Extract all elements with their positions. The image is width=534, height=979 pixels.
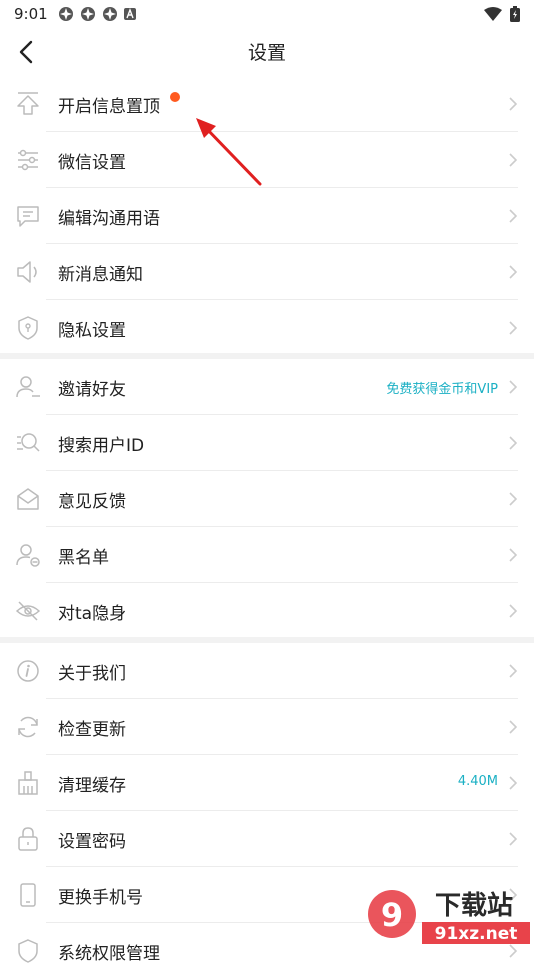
envelope-icon — [17, 488, 39, 510]
settings-row-search-id[interactable]: 搜索用户ID — [0, 415, 534, 471]
info-icon — [17, 660, 39, 682]
status-time: 9:01 — [14, 5, 48, 23]
watermark-mark-icon: 9 下载站 91xz.net — [368, 890, 530, 944]
block-user-icon — [16, 544, 40, 567]
settings-row-about[interactable]: 关于我们 — [0, 643, 534, 699]
settings-row-notify[interactable]: 新消息通知 — [0, 244, 534, 300]
settings-row-invite[interactable]: 邀请好友 免费获得金币和VIP — [0, 359, 534, 415]
settings-row-label: 更换手机号 — [58, 888, 143, 908]
chat-bubble-icon — [17, 206, 39, 227]
chevron-right-icon — [509, 492, 518, 506]
chevron-right-icon — [509, 776, 518, 790]
speaker-icon — [17, 261, 37, 283]
chevron-right-icon — [509, 436, 518, 450]
settings-row-label: 检查更新 — [58, 720, 126, 740]
settings-row-blacklist[interactable]: 黑名单 — [0, 527, 534, 583]
cache-size-hint: 4.40M — [457, 774, 498, 789]
annotation-arrow — [196, 118, 262, 186]
app-notification-icon — [103, 7, 117, 21]
settings-row-label: 编辑沟通用语 — [58, 209, 160, 229]
sliders-icon — [18, 149, 38, 171]
hidden-eye-icon — [15, 601, 41, 621]
settings-row-label: 搜索用户ID — [58, 436, 145, 456]
notification-icons — [58, 6, 136, 22]
chevron-right-icon — [509, 604, 518, 618]
a-notification-icon — [124, 8, 136, 20]
settings-row-feedback[interactable]: 意见反馈 — [0, 471, 534, 527]
watermark-domain: 91xz.net — [435, 924, 518, 944]
status-bar: 9:01 — [0, 0, 534, 28]
settings-row-update[interactable]: 检查更新 — [0, 699, 534, 755]
settings-row-clear-cache[interactable]: 清理缓存 4.40M — [0, 755, 534, 811]
watermark-logo: 9 下载站 91xz.net — [362, 884, 534, 950]
app-notification-icon — [59, 7, 73, 21]
settings-row-label: 隐私设置 — [58, 321, 126, 341]
chevron-right-icon — [509, 380, 518, 394]
chevron-right-icon — [509, 664, 518, 678]
chevron-right-icon — [509, 832, 518, 846]
chevron-right-icon — [509, 153, 518, 167]
add-user-icon — [16, 376, 40, 398]
settings-row-password[interactable]: 设置密码 — [0, 811, 534, 867]
svg-text:9: 9 — [381, 896, 403, 934]
search-user-icon — [17, 433, 40, 452]
lock-icon — [18, 827, 38, 851]
wifi-icon — [484, 7, 502, 21]
settings-row-label: 设置密码 — [58, 832, 126, 852]
chevron-right-icon — [509, 720, 518, 734]
chevron-right-icon — [509, 209, 518, 223]
chevron-right-icon — [509, 97, 518, 111]
page-title: 设置 — [247, 42, 286, 64]
settings-section-social: 邀请好友 免费获得金币和VIP 搜索用户ID 意见反馈 黑名单 对ta隐身 — [0, 359, 534, 639]
app-notification-icon — [81, 7, 95, 21]
settings-row-label: 开启信息置顶 — [58, 97, 160, 117]
title-bar: 设置 — [0, 28, 534, 76]
settings-row-privacy[interactable]: 隐私设置 — [0, 300, 534, 356]
settings-row-label: 意见反馈 — [58, 492, 126, 512]
phone-icon — [20, 883, 36, 907]
settings-row-label: 黑名单 — [58, 548, 109, 568]
pin-top-icon — [17, 92, 39, 115]
settings-row-label: 邀请好友 — [58, 380, 126, 400]
new-badge-dot — [170, 92, 180, 102]
settings-row-label: 新消息通知 — [58, 265, 143, 285]
system-icons — [484, 6, 520, 22]
refresh-icon — [18, 716, 38, 738]
settings-row-phrases[interactable]: 编辑沟通用语 — [0, 188, 534, 244]
settings-row-label: 关于我们 — [58, 664, 126, 684]
settings-row-invisible[interactable]: 对ta隐身 — [0, 583, 534, 639]
permission-icon — [18, 939, 38, 963]
settings-row-label: 微信设置 — [58, 153, 126, 173]
watermark-title: 下载站 — [435, 891, 513, 921]
shield-icon — [18, 316, 38, 340]
settings-row-label: 清理缓存 — [58, 776, 126, 796]
battery-icon — [510, 6, 520, 22]
chevron-right-icon — [509, 321, 518, 335]
broom-icon — [18, 771, 38, 795]
chevron-right-icon — [509, 548, 518, 562]
chevron-right-icon — [509, 265, 518, 279]
settings-row-label: 系统权限管理 — [58, 944, 160, 964]
invite-reward-hint: 免费获得金币和VIP — [386, 382, 498, 397]
settings-row-label: 对ta隐身 — [58, 604, 127, 624]
